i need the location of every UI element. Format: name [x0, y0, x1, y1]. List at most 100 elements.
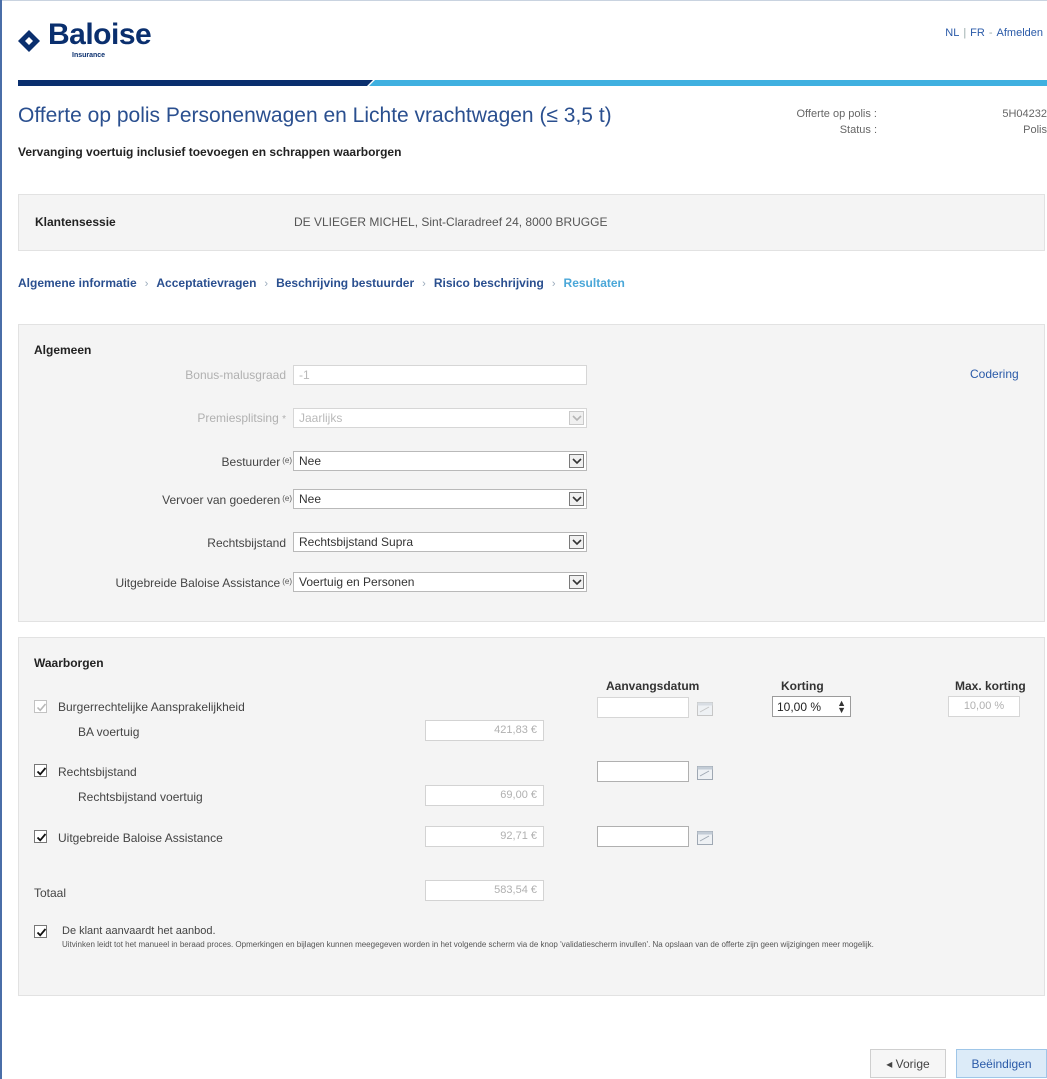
- required-asterisk: *: [282, 414, 286, 425]
- liability-amount: 421,83 €: [425, 720, 544, 741]
- checkmark-icon: [36, 703, 47, 712]
- legal-aid-label: Rechtsbijstand: [207, 536, 286, 550]
- bonus-malus-input: -1: [293, 365, 587, 385]
- assistance-value: Voertuig en Personen: [299, 575, 415, 589]
- total-label: Totaal: [34, 886, 67, 900]
- liability-start-date-input: [597, 697, 689, 718]
- goods-transport-label: Vervoer van goederen (e): [60, 493, 292, 507]
- liability-max-discount: 10,00 %: [948, 696, 1020, 717]
- breadcrumb-item-results[interactable]: Resultaten: [564, 276, 625, 290]
- premiesplitsing-label: Premiesplitsing *: [60, 411, 286, 425]
- col-max-discount-header: Max. korting: [955, 679, 1026, 693]
- col-discount-header: Korting: [781, 679, 824, 693]
- accept-offer-note: Uitvinken leidt tot het manueel in beraa…: [62, 940, 874, 949]
- assistance-coverage-label: Uitgebreide Baloise Assistance: [58, 831, 223, 845]
- legal-aid-checkbox[interactable]: [34, 764, 47, 777]
- breadcrumb-chevron-icon: ›: [422, 278, 426, 290]
- assistance-start-date-input[interactable]: [597, 826, 689, 847]
- logo-subtext: Insurance: [72, 52, 106, 59]
- chevron-down-icon[interactable]: [569, 492, 584, 506]
- assistance-label: Uitgebreide Baloise Assistance (e): [40, 576, 292, 590]
- liability-discount-value: 10,00 %: [777, 700, 822, 714]
- legal-aid-select[interactable]: Rechtsbijstand Supra: [293, 532, 587, 552]
- breadcrumb-item-driver[interactable]: Beschrijving bestuurder: [276, 276, 414, 290]
- legal-aid-amount: 69,00 €: [425, 785, 544, 806]
- chevron-down-icon[interactable]: [569, 535, 584, 549]
- bestuurder-value: Nee: [299, 454, 322, 468]
- checkmark-icon: [36, 833, 47, 842]
- chevron-down-icon[interactable]: [569, 575, 584, 589]
- accept-offer-checkbox[interactable]: [34, 925, 47, 938]
- window-top-border: [0, 0, 1047, 1]
- legal-aid-coverage-label: Rechtsbijstand: [58, 765, 137, 779]
- legal-aid-start-date-input[interactable]: [597, 761, 689, 782]
- lang-nl-link[interactable]: NL: [945, 27, 959, 39]
- legal-aid-value: Rechtsbijstand Supra: [299, 535, 414, 549]
- chevron-down-icon: [569, 411, 584, 425]
- calendar-icon[interactable]: [697, 765, 713, 780]
- breadcrumb-item-risk[interactable]: Risico beschrijving: [434, 276, 544, 290]
- lang-separator: |: [963, 27, 967, 39]
- liability-discount-input[interactable]: 10,00 % ▲ ▼: [772, 696, 851, 717]
- page-title: Offerte op polis Personenwagen en Lichte…: [18, 104, 612, 127]
- page-subtitle: Vervanging voertuig inclusief toevoegen …: [18, 145, 402, 159]
- breadcrumb-item-general-info[interactable]: Algemene informatie: [18, 276, 137, 290]
- finish-button[interactable]: Beëindigen: [956, 1049, 1047, 1078]
- calendar-icon[interactable]: [697, 830, 713, 845]
- meta-offer-value: 5H04232: [1002, 108, 1047, 120]
- logo-diamond-icon: [18, 30, 40, 52]
- session-label: Klantensessie: [35, 215, 116, 229]
- general-panel-title: Algemeen: [34, 343, 92, 357]
- window-left-border: [0, 0, 2, 1079]
- info-marker: (e): [282, 577, 292, 586]
- breadcrumb-chevron-icon: ›: [144, 278, 149, 290]
- meta-status-label: Status :: [839, 124, 877, 136]
- header-stripe: [18, 80, 1047, 86]
- meta-values: 5H04232 Polis: [985, 106, 1047, 138]
- bonus-malus-label: Bonus-malusgraad: [185, 368, 286, 382]
- breadcrumb: Algemene informatie › Acceptatievragen › Bes…: [18, 276, 625, 290]
- breadcrumb-chevron-icon: ›: [264, 278, 269, 290]
- info-marker: (e): [282, 456, 292, 465]
- assistance-label-text: Uitgebreide Baloise Assistance: [115, 576, 281, 590]
- bestuurder-label-text: Bestuurder: [221, 455, 281, 469]
- total-amount: 583,54 €: [425, 880, 544, 901]
- liability-sub-label: BA voertuig: [78, 725, 140, 739]
- language-bar: NL | FR - Afmelden: [945, 27, 1043, 39]
- premiesplitsing-value: Jaarlijks: [299, 411, 343, 425]
- bestuurder-select[interactable]: Nee: [293, 451, 587, 471]
- breadcrumb-chevron-icon: ›: [551, 278, 556, 290]
- bestuurder-label: Bestuurder (e): [60, 455, 292, 469]
- meta-labels: Offerte op polis : Status :: [770, 106, 877, 138]
- logout-link[interactable]: Afmelden: [997, 27, 1043, 39]
- calendar-icon: [697, 702, 713, 716]
- meta-offer-label: Offerte op polis :: [796, 108, 877, 120]
- checkmark-icon: [36, 767, 47, 776]
- legal-aid-sub-label: Rechtsbijstand voertuig: [78, 790, 203, 804]
- assistance-select[interactable]: Voertuig en Personen: [293, 572, 587, 592]
- logout-separator: -: [988, 27, 993, 39]
- client-session-box: Klantensessie DE VLIEGER MICHEL, Sint-Cl…: [18, 194, 1045, 251]
- col-start-date-header: Aanvangsdatum: [606, 679, 700, 693]
- breadcrumb-item-acceptance[interactable]: Acceptatievragen: [156, 276, 256, 290]
- premiesplitsing-select: Jaarlijks: [293, 408, 587, 428]
- codering-link[interactable]: Codering: [970, 367, 1019, 381]
- coverage-panel-title: Waarborgen: [34, 656, 104, 670]
- logo-text: Baloise: [48, 18, 152, 51]
- previous-button[interactable]: ◂ Vorige: [870, 1049, 946, 1078]
- session-value: DE VLIEGER MICHEL, Sint-Claradreef 24, 8…: [294, 215, 608, 229]
- liability-label: Burgerrechtelijke Aansprakelijkheid: [58, 700, 245, 714]
- goods-transport-value: Nee: [299, 492, 322, 506]
- assistance-checkbox[interactable]: [34, 830, 47, 843]
- chevron-down-icon[interactable]: [569, 454, 584, 468]
- liability-checkbox: [34, 700, 47, 713]
- goods-transport-label-text: Vervoer van goederen: [162, 493, 281, 507]
- lang-fr-link[interactable]: FR: [970, 27, 985, 39]
- info-marker: (e): [282, 494, 292, 503]
- spinner-icon[interactable]: ▲ ▼: [837, 699, 846, 715]
- premiesplitsing-label-text: Premiesplitsing: [197, 411, 279, 425]
- assistance-amount: 92,71 €: [425, 826, 544, 847]
- goods-transport-select[interactable]: Nee: [293, 489, 587, 509]
- meta-status-value: Polis: [1023, 124, 1047, 136]
- checkmark-icon: [36, 928, 47, 937]
